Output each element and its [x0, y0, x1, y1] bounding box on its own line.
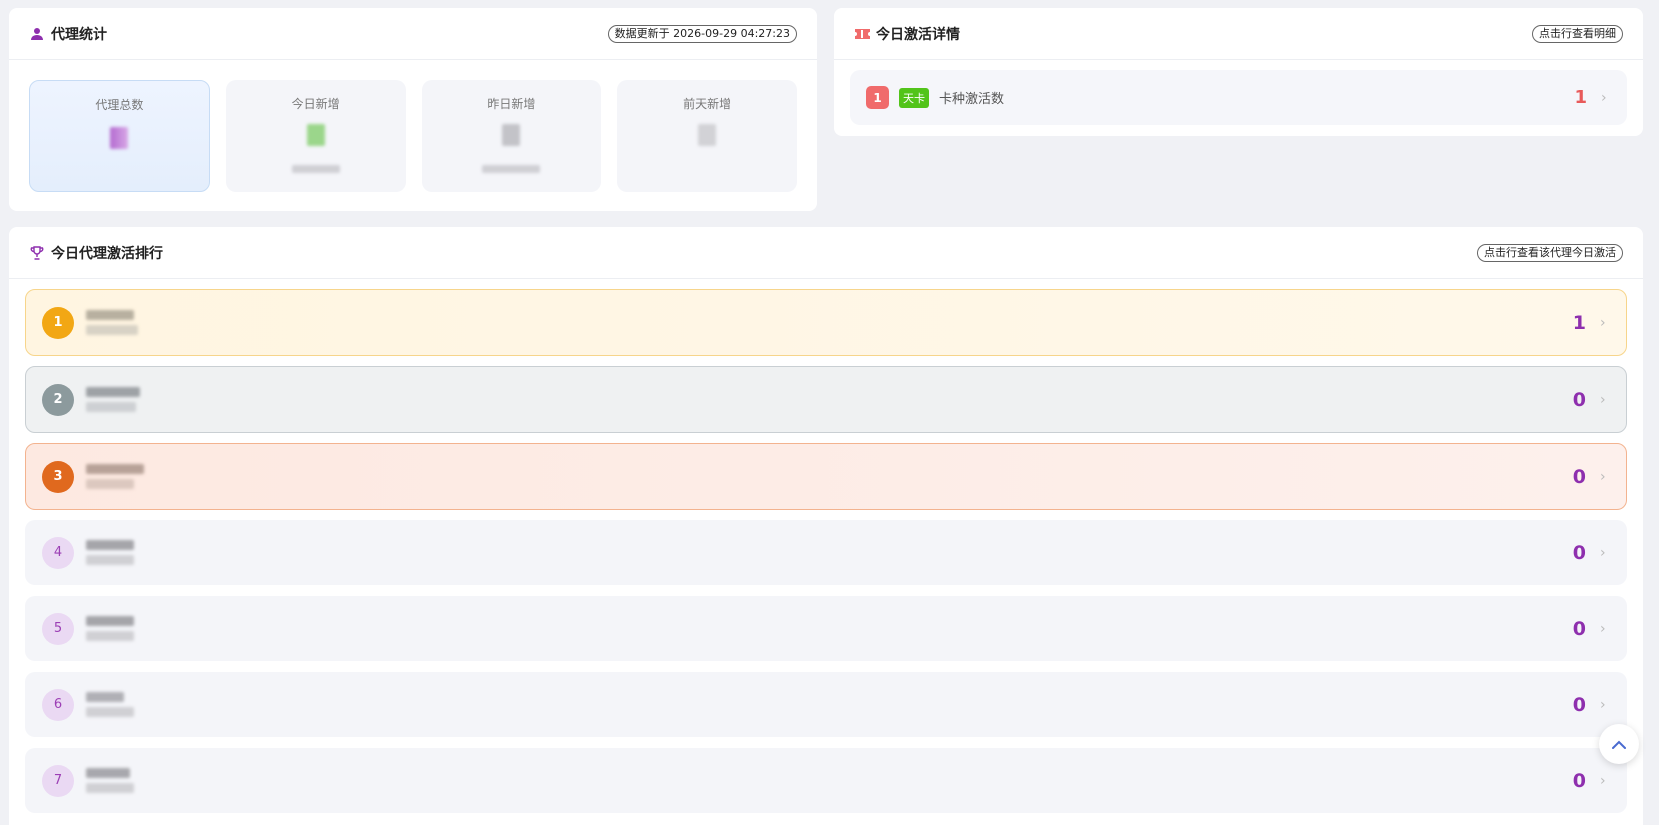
- agent-name-redacted: [86, 387, 140, 412]
- stat-label: 前天新增: [683, 97, 732, 111]
- card-type-tag: 天卡: [899, 87, 929, 108]
- agent-ranking-card: 今日代理激活排行 点击行查看该代理今日激活 1 1 › 2 0 › 3 0 › …: [9, 227, 1643, 825]
- stat-sub-redacted: [226, 158, 406, 177]
- agent-name-redacted: [86, 540, 134, 565]
- rank-badge: 7: [42, 764, 74, 797]
- stat-sub-redacted: [422, 158, 602, 177]
- stat-today-new: 今日新增: [225, 80, 406, 192]
- agent-name-redacted: [86, 692, 134, 717]
- agent-ranking-title: 今日代理激活排行: [51, 245, 163, 262]
- rank-badge: 4: [42, 536, 74, 569]
- activation-detail-card: 今日激活详情 点击行查看明细 1 天卡 卡种激活数 1 ›: [834, 8, 1643, 136]
- scroll-to-top-button[interactable]: [1599, 724, 1639, 764]
- ranking-row[interactable]: 5 0 ›: [25, 596, 1627, 661]
- activation-count: 1: [1572, 311, 1586, 334]
- stat-yesterday-new: 昨日新增: [421, 80, 602, 192]
- chevron-right-icon: ›: [1600, 772, 1606, 789]
- chevron-right-icon: ›: [1600, 468, 1606, 485]
- rank-badge: 5: [42, 612, 74, 645]
- chevron-right-icon: ›: [1600, 544, 1606, 561]
- stat-value-redacted: [30, 127, 209, 153]
- activation-count: 0: [1572, 541, 1586, 564]
- activation-count: 0: [1572, 769, 1586, 792]
- update-time-badge: 数据更新于 2026-09-29 04:27:23: [607, 24, 797, 43]
- stat-day-before-new: 前天新增: [617, 80, 797, 192]
- ranking-hint-badge: 点击行查看该代理今日激活: [1477, 243, 1623, 262]
- agent-name-redacted: [86, 768, 134, 793]
- stat-label: 昨日新增: [487, 97, 536, 111]
- agent-stats-title: 代理统计: [51, 26, 107, 43]
- activation-count: 1: [1574, 87, 1587, 108]
- ranking-row[interactable]: 6 0 ›: [25, 672, 1627, 737]
- stat-label: 今日新增: [291, 97, 340, 111]
- row-rank: 1: [866, 86, 889, 109]
- rank-badge: 6: [42, 688, 74, 721]
- agent-ranking-header: 今日代理激活排行 点击行查看该代理今日激活: [9, 227, 1643, 279]
- ranking-row[interactable]: 3 0 ›: [25, 443, 1627, 510]
- chevron-right-icon: ›: [1601, 89, 1607, 106]
- stat-value-redacted: [422, 124, 602, 150]
- chevron-right-icon: ›: [1600, 620, 1606, 637]
- chevron-right-icon: ›: [1600, 696, 1606, 713]
- chevron-right-icon: ›: [1600, 314, 1606, 331]
- stat-value-redacted: [226, 124, 406, 150]
- activation-count: 0: [1572, 617, 1586, 640]
- agent-name-redacted: [86, 464, 144, 489]
- ticket-icon: [854, 26, 870, 42]
- ranking-row[interactable]: 4 0 ›: [25, 520, 1627, 585]
- user-icon: [29, 26, 45, 42]
- stat-label: 代理总数: [95, 98, 144, 112]
- agent-stats-card: 代理统计 数据更新于 2026-09-29 04:27:23 代理总数 今日新增…: [9, 8, 817, 211]
- activation-count: 0: [1572, 388, 1586, 411]
- chevron-right-icon: ›: [1600, 391, 1606, 408]
- chevron-up-icon: [1612, 735, 1626, 754]
- stat-value-redacted: [617, 124, 797, 150]
- activation-detail-title: 今日激活详情: [876, 26, 960, 43]
- rank-badge: 2: [42, 383, 74, 416]
- agent-name-redacted: [86, 616, 134, 641]
- ranking-row[interactable]: 2 0 ›: [25, 366, 1627, 433]
- stat-total-agents: 代理总数: [29, 80, 210, 192]
- card-type-label: 卡种激活数: [939, 92, 1005, 107]
- trophy-icon: [29, 245, 45, 261]
- card-type-row[interactable]: 1 天卡 卡种激活数 1 ›: [850, 70, 1627, 125]
- agent-name-redacted: [86, 310, 138, 335]
- detail-hint-badge: 点击行查看明细: [1532, 24, 1623, 43]
- activation-detail-header: 今日激活详情 点击行查看明细: [834, 8, 1643, 60]
- ranking-row[interactable]: 7 0 ›: [25, 748, 1627, 813]
- agent-stats-header: 代理统计 数据更新于 2026-09-29 04:27:23: [9, 8, 817, 60]
- ranking-row[interactable]: 1 1 ›: [25, 289, 1627, 356]
- rank-badge: 1: [42, 306, 74, 339]
- activation-count: 0: [1572, 465, 1586, 488]
- rank-badge: 3: [42, 460, 74, 493]
- activation-count: 0: [1572, 693, 1586, 716]
